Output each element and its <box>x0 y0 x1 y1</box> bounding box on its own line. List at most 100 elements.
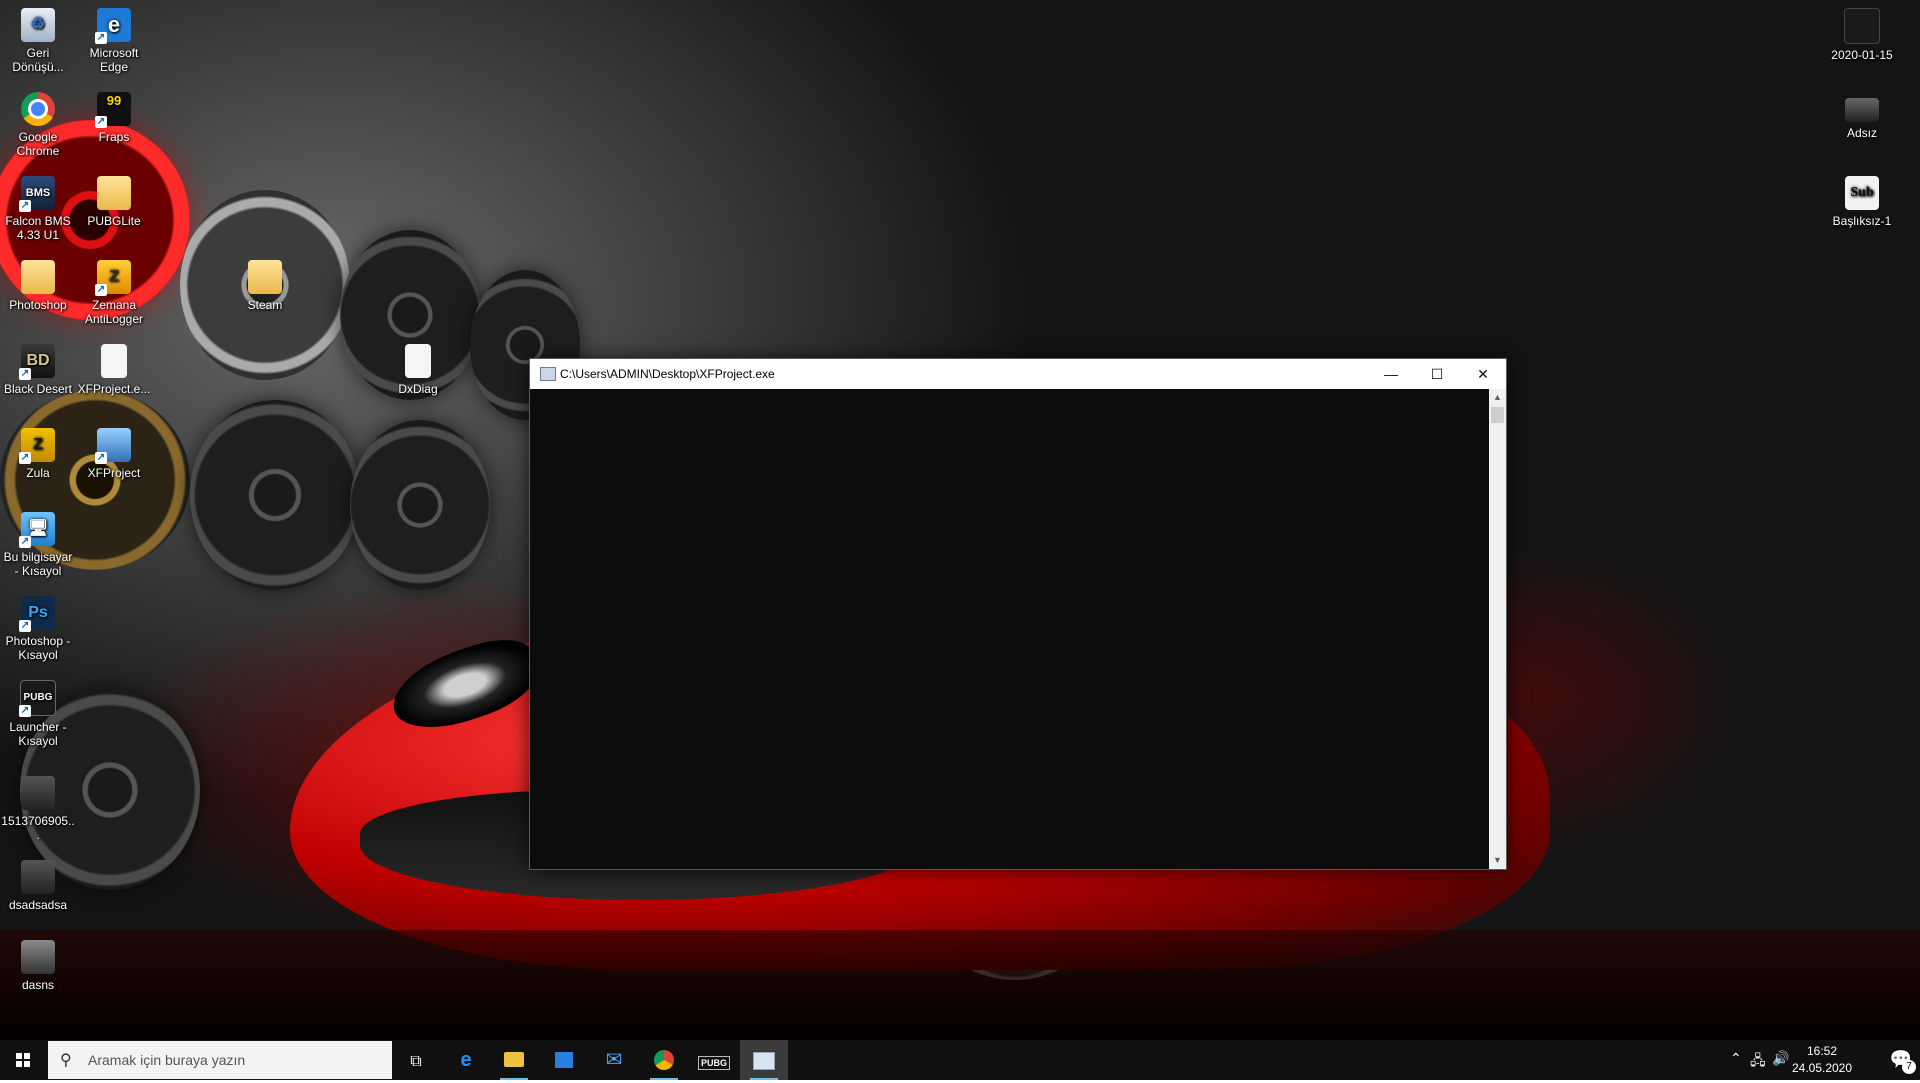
desktop-icon-label: Fraps <box>98 130 130 144</box>
taskbar-search-box[interactable]: ⚲ Aramak için buraya yazın <box>48 1041 392 1079</box>
store-icon <box>555 1052 573 1068</box>
image-file-icon <box>21 940 55 974</box>
console-icon <box>753 1052 775 1070</box>
taskbar-console[interactable] <box>740 1040 788 1080</box>
console-output-area[interactable] <box>530 389 1489 869</box>
this-pc-icon: 🖥 <box>19 512 55 548</box>
desktop-icon-label: Photoshop - Kısayol <box>5 634 71 662</box>
desktop-icon-dxdiag[interactable]: DxDiag <box>380 344 456 396</box>
desktop-icon-steam[interactable]: Steam <box>227 260 303 312</box>
image-file-icon <box>21 860 55 894</box>
wallpaper-wheel <box>350 420 490 590</box>
desktop-icon-image-file[interactable]: dasns <box>0 940 76 992</box>
file-icon <box>101 344 127 378</box>
desktop-icon-photoshop-folder[interactable]: Photoshop <box>0 260 76 312</box>
desktop-icon-pubglite[interactable]: PUBGLite <box>76 176 152 228</box>
desktop-icon-label: dasns <box>21 978 55 992</box>
desktop-icon-microsoft-edge[interactable]: e Microsoft Edge <box>76 8 152 74</box>
image-file-icon <box>1845 98 1879 122</box>
desktop-icon-zemana[interactable]: Z Zemana AntiLogger <box>76 260 152 326</box>
image-file-icon: Sub <box>1845 176 1879 210</box>
taskbar-pubg[interactable]: PUBG <box>690 1040 738 1080</box>
scroll-up-icon[interactable]: ▲ <box>1489 389 1506 406</box>
desktop-icon-image-file[interactable]: Sub Başlıksız-1 <box>1824 176 1900 228</box>
notification-count-badge: 7 <box>1902 1060 1916 1074</box>
desktop-icon-black-desert[interactable]: BD Black Desert <box>0 344 76 396</box>
edge-icon: e <box>95 8 131 44</box>
desktop-icon-label: Photoshop <box>9 298 67 312</box>
taskbar-chrome[interactable] <box>640 1040 688 1080</box>
chrome-icon <box>654 1050 674 1070</box>
desktop-icon-xfproject-exe[interactable]: XFProject.e... <box>76 344 152 396</box>
clock-date: 24.05.2020 <box>1791 1061 1853 1075</box>
desktop-icon-label: Adsız <box>1846 126 1877 140</box>
desktop-icon-label: Falcon BMS 4.33 U1 <box>5 214 71 242</box>
fraps-icon: 99 <box>95 92 131 128</box>
desktop-icon-label: Google Chrome <box>16 130 60 158</box>
folder-icon <box>21 260 55 294</box>
desktop-icon-label: Black Desert <box>3 382 73 396</box>
windows-logo-icon <box>16 1053 30 1067</box>
console-scrollbar[interactable]: ▲ ▼ <box>1489 389 1506 869</box>
start-button[interactable] <box>0 1040 46 1080</box>
taskbar: ⚲ Aramak için buraya yazın ⧉ e ✉ PUBG ⌃ … <box>0 1040 1920 1080</box>
desktop-icon-label: Steam <box>247 298 283 312</box>
scrollbar-thumb[interactable] <box>1491 407 1504 423</box>
folder-icon <box>504 1052 524 1067</box>
pubg-launcher-icon: PUBG <box>19 680 56 717</box>
taskbar-edge[interactable]: e <box>442 1040 490 1080</box>
desktop-icon-label: Microsoft Edge <box>89 46 139 74</box>
search-icon: ⚲ <box>60 1052 72 1069</box>
edge-icon: e <box>460 1049 472 1071</box>
desktop-icon-this-pc[interactable]: 🖥 Bu bilgisayar - Kısayol <box>0 512 76 578</box>
console-titlebar[interactable]: C:\Users\ADMIN\Desktop\XFProject.exe — ☐… <box>530 359 1506 389</box>
taskbar-task-view[interactable]: ⧉ <box>392 1040 440 1080</box>
minimize-button[interactable]: — <box>1368 359 1414 389</box>
desktop-icon-google-chrome[interactable]: Google Chrome <box>0 92 76 158</box>
text-file-icon <box>405 344 431 378</box>
desktop-icon-label: XFProject.e... <box>77 382 151 396</box>
image-file-icon <box>21 776 55 810</box>
clock-time: 16:52 <box>1806 1044 1838 1058</box>
desktop-icon-photoshop-shortcut[interactable]: Ps Photoshop - Kısayol <box>0 596 76 662</box>
scroll-down-icon[interactable]: ▼ <box>1489 852 1506 869</box>
desktop-icon-label: 1513706905... <box>1 814 75 842</box>
desktop-icon-label: Zemana AntiLogger <box>84 298 144 326</box>
desktop-icon-label: Geri Dönüşü... <box>12 46 64 74</box>
desktop-icon-image-file[interactable]: 1513706905... <box>0 776 76 842</box>
system-tray: ⌃ 🖧 🔊 16:52 24.05.2020 💬 7 <box>1730 1040 1920 1080</box>
desktop-icon-recycle-bin[interactable]: ♻ Geri Dönüşü... <box>0 8 76 74</box>
taskbar-store[interactable] <box>540 1040 588 1080</box>
console-window[interactable]: C:\Users\ADMIN\Desktop\XFProject.exe — ☐… <box>529 358 1507 870</box>
task-view-icon: ⧉ <box>410 1053 422 1070</box>
desktop-icon-label: Launcher - Kısayol <box>9 720 67 748</box>
desktop-icon-image-file[interactable]: Adsız <box>1824 92 1900 140</box>
desktop-icon-image-file[interactable]: 2020-01-15 <box>1824 8 1900 62</box>
photoshop-icon: Ps <box>19 596 55 632</box>
chevron-up-icon[interactable]: ⌃ <box>1730 1050 1742 1067</box>
folder-icon <box>248 260 282 294</box>
desktop-icon-label: dsadsadsa <box>8 898 68 912</box>
desktop-icon-image-file[interactable]: dsadsadsa <box>0 860 76 912</box>
network-icon[interactable]: 🖧 <box>1750 1050 1766 1074</box>
desktop-icon-falcon-bms[interactable]: BMS Falcon BMS 4.33 U1 <box>0 176 76 242</box>
taskbar-mail[interactable]: ✉ <box>590 1040 638 1080</box>
black-desert-icon: BD <box>19 344 55 380</box>
close-button[interactable]: ✕ <box>1460 359 1506 389</box>
search-placeholder: Aramak için buraya yazın <box>88 1052 246 1068</box>
desktop-icon-label: DxDiag <box>398 382 438 396</box>
falcon-bms-icon: BMS <box>19 176 55 212</box>
desktop-icon-fraps[interactable]: 99 Fraps <box>76 92 152 144</box>
taskbar-clock[interactable]: 16:52 24.05.2020 <box>1782 1043 1862 1077</box>
wallpaper-floor <box>0 930 1920 1040</box>
desktop-icon-xfproject[interactable]: XFProject <box>76 428 152 480</box>
action-center-button[interactable]: 💬 7 <box>1890 1049 1916 1074</box>
pubg-icon: PUBG <box>697 1056 730 1070</box>
maximize-button[interactable]: ☐ <box>1414 359 1460 389</box>
desktop-icon-zula[interactable]: Z Zula <box>0 428 76 480</box>
mail-icon: ✉ <box>605 1049 623 1071</box>
folder-icon <box>97 176 131 210</box>
desktop-icon-label: XFProject <box>87 466 141 480</box>
desktop-icon-pubg-launcher[interactable]: PUBG Launcher - Kısayol <box>0 680 76 748</box>
taskbar-file-explorer[interactable] <box>490 1040 538 1080</box>
